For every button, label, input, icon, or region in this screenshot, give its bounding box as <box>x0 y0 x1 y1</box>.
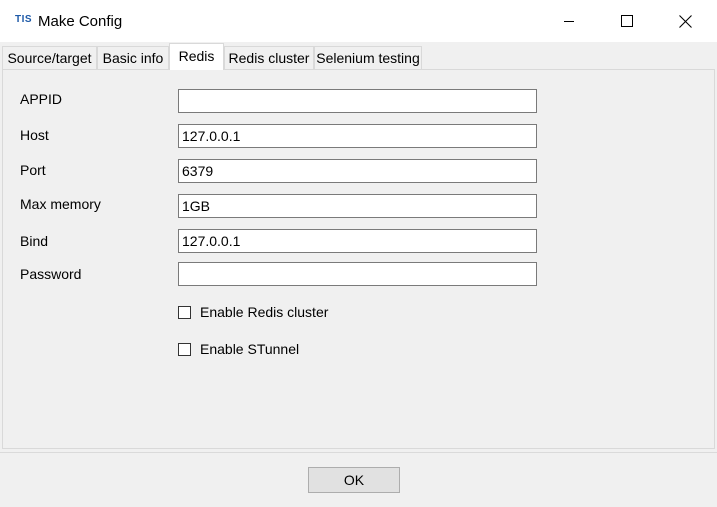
maximize-button[interactable] <box>598 0 656 42</box>
maximize-icon <box>621 15 633 27</box>
enable-redis-cluster-checkbox[interactable] <box>178 305 191 319</box>
bind-label: Bind <box>20 233 49 249</box>
password-field[interactable] <box>178 262 537 286</box>
host-field[interactable] <box>178 124 537 148</box>
close-icon <box>678 14 692 28</box>
host-label: Host <box>20 127 49 143</box>
password-label: Password <box>20 266 82 282</box>
enable-stunnel-checkbox[interactable] <box>178 342 191 356</box>
title-bar: TIS Make Config <box>0 0 717 42</box>
ok-button[interactable]: OK <box>308 467 400 493</box>
tab-source-target[interactable]: Source/target <box>2 46 97 69</box>
enable-stunnel-label[interactable]: Enable STunnel <box>200 341 299 357</box>
enable-redis-cluster-label[interactable]: Enable Redis cluster <box>200 304 328 320</box>
port-label: Port <box>20 162 46 178</box>
enable-stunnel-checkbox-row[interactable]: Enable STunnel <box>178 341 299 357</box>
close-button[interactable] <box>656 0 714 42</box>
max-memory-label: Max memory <box>20 196 101 212</box>
tab-selenium-testing[interactable]: Selenium testing <box>314 46 422 69</box>
appid-field[interactable] <box>178 89 537 113</box>
enable-redis-cluster-checkbox-row[interactable]: Enable Redis cluster <box>178 304 328 320</box>
tab-redis-cluster[interactable]: Redis cluster <box>224 46 314 69</box>
app-logo-icon: TIS <box>15 14 33 25</box>
bind-field[interactable] <box>178 229 537 253</box>
max-memory-field[interactable] <box>178 194 537 218</box>
window-title: Make Config <box>38 13 123 30</box>
minimize-icon <box>564 21 574 22</box>
port-field[interactable] <box>178 159 537 183</box>
minimize-button[interactable] <box>540 0 598 42</box>
tab-basic-info[interactable]: Basic info <box>97 46 169 69</box>
appid-label: APPID <box>20 91 63 107</box>
tab-redis[interactable]: Redis <box>169 43 224 70</box>
